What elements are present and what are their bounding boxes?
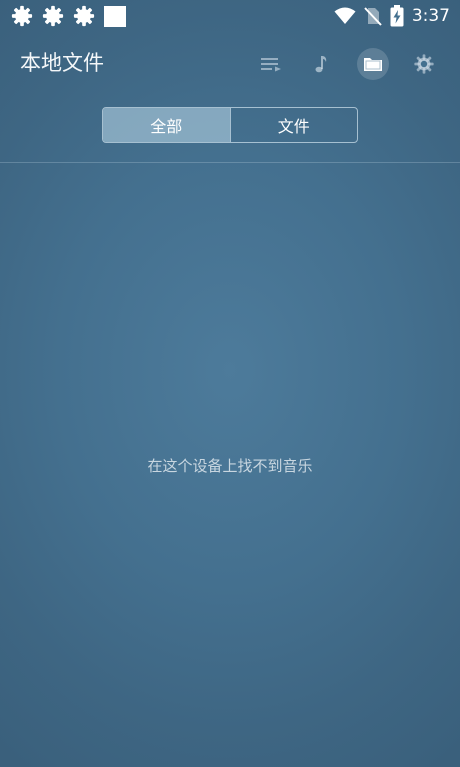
square-icon [104,5,126,27]
music-note-icon [315,56,327,73]
page-title: 本地文件 [20,51,104,75]
tab-all[interactable]: 全部 [103,108,230,142]
system-status-area: 3:37 [334,4,450,28]
clock: 3:37 [411,6,450,26]
folder-icon [364,58,382,71]
divider [0,162,460,163]
wifi-icon [334,7,356,24]
status-bar: 3:37 [0,0,460,32]
music-button[interactable] [305,48,337,80]
app-bar: 本地文件 [0,36,460,92]
gear-icon [73,5,95,27]
tab-files[interactable]: 文件 [229,108,358,142]
tab-switcher: 全部 文件 [102,107,358,143]
no-sim-icon [364,7,382,26]
playlist-button[interactable] [255,48,287,80]
settings-icon [414,54,434,74]
playlist-icon [261,58,281,72]
empty-state-message: 在这个设备上找不到音乐 [147,457,313,475]
battery-charging-icon [390,5,404,27]
notification-area [11,5,126,27]
folder-button[interactable] [357,48,389,80]
settings-button[interactable] [408,48,440,80]
gear-icon [11,5,33,27]
gear-icon [42,5,64,27]
